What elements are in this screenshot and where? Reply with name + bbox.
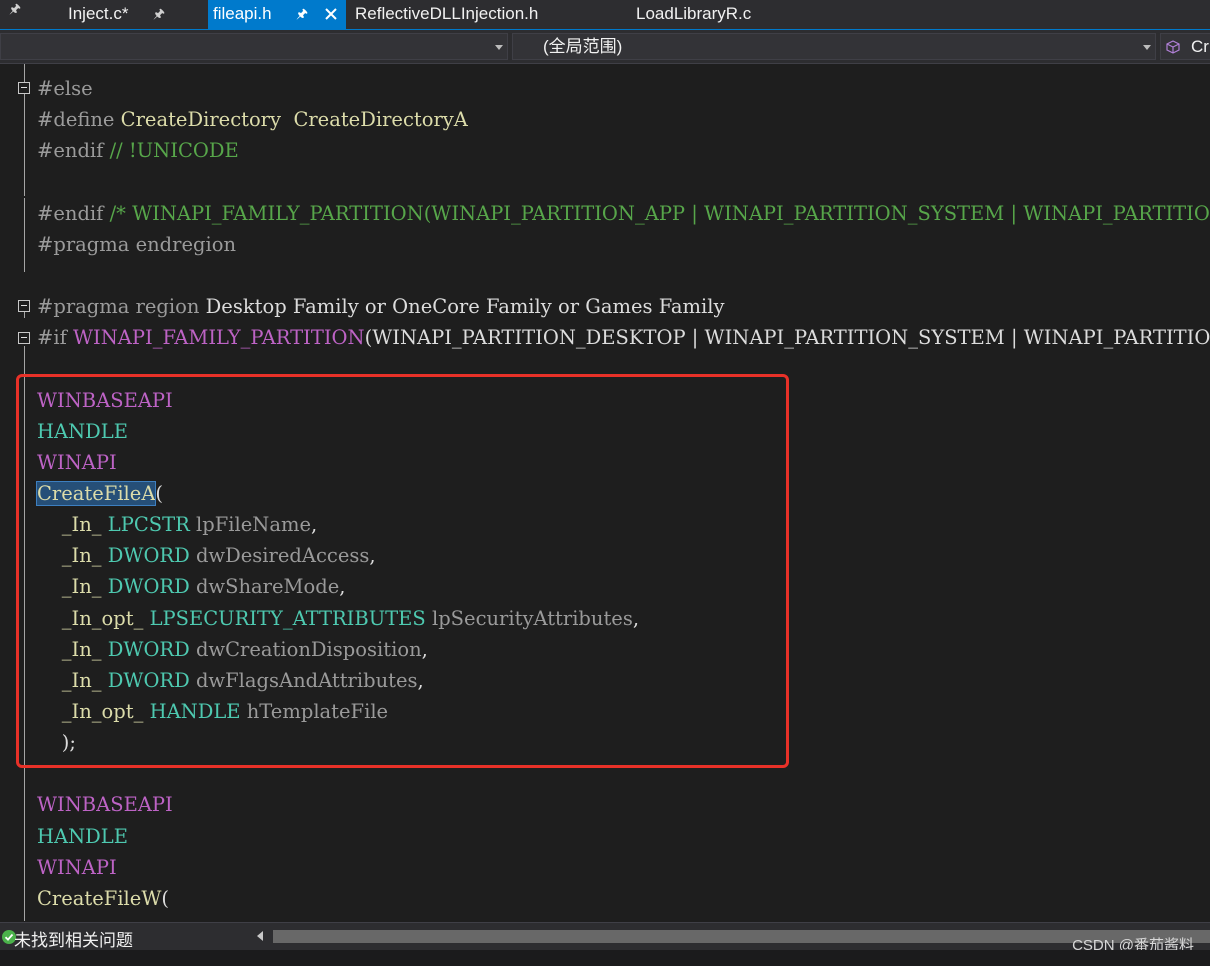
code-token: WINAPI	[37, 855, 117, 879]
code-token: CreateFileW	[37, 886, 162, 910]
horizontal-scrollbar-thumb[interactable]	[273, 930, 1210, 943]
tab-reflectivedllinjection-h[interactable]: ReflectiveDLLInjection.h	[346, 0, 626, 29]
code-line: #else	[37, 73, 93, 104]
tab-label: LoadLibraryR.c	[636, 4, 752, 23]
tab-label: fileapi.h	[213, 4, 272, 23]
code-line: #pragma endregion	[37, 229, 236, 260]
code-token: #endif	[37, 201, 110, 225]
annotation-highlight-box	[16, 374, 789, 768]
scroll-left-icon[interactable]	[257, 931, 263, 941]
pin-icon[interactable]: 🖈	[296, 0, 308, 28]
tab-label: Inject.c*	[68, 4, 129, 23]
pin-icon[interactable]: 🖈	[9, 0, 21, 22]
tab-inject-c[interactable]: Inject.c* 🖈	[42, 0, 208, 29]
collapse-icon[interactable]	[18, 332, 30, 344]
chevron-down-icon	[495, 45, 503, 50]
pin-icon[interactable]: 🖈	[153, 0, 165, 28]
code-line: CreateFileW(	[37, 883, 169, 914]
code-line: HANDLE	[37, 821, 128, 852]
outline-guide	[24, 198, 25, 272]
member-combo-value: Cr	[1191, 37, 1209, 56]
bottom-strip	[0, 950, 1210, 966]
code-token: #endif	[37, 139, 110, 163]
collapse-icon[interactable]	[18, 300, 30, 312]
code-line: #endif /* WINAPI_FAMILY_PARTITION(WINAPI…	[37, 198, 1210, 229]
navigation-bar: (全局范围) Cr	[0, 30, 1210, 64]
code-line: WINAPI	[37, 852, 117, 883]
code-token: /* WINAPI_FAMILY_PARTITION(WINAPI_PARTIT…	[109, 201, 1210, 225]
code-token: #else	[37, 77, 93, 100]
scope-combo-value: (全局范围)	[543, 37, 623, 56]
cube-icon	[1166, 40, 1180, 54]
code-token: #if	[37, 326, 73, 350]
project-combo[interactable]	[0, 33, 508, 60]
member-combo[interactable]: Cr	[1160, 33, 1210, 60]
code-token: WINAPI_FAMILY_PARTITION	[73, 326, 365, 350]
scope-combo[interactable]: (全局范围)	[512, 33, 1156, 60]
close-icon[interactable]	[324, 7, 338, 21]
status-message: 未找到相关问题	[14, 931, 133, 950]
code-token: // !UNICODE	[109, 139, 239, 163]
code-token: #define	[37, 108, 121, 132]
tab-fileapi-h[interactable]: fileapi.h 🖈	[208, 0, 346, 29]
code-line: #if WINAPI_FAMILY_PARTITION(WINAPI_PARTI…	[37, 322, 1210, 353]
code-line: #define CreateDirectory CreateDirectoryA	[37, 104, 468, 135]
collapse-icon[interactable]	[18, 82, 30, 94]
code-token: (WINAPI_PARTITION_DESKTOP | WINAPI_PARTI…	[364, 326, 1210, 350]
status-bar: 未找到相关问题	[0, 922, 1210, 951]
code-token: (	[161, 886, 169, 910]
code-token: #pragma region	[37, 295, 206, 319]
tab-label: ReflectiveDLLInjection.h	[355, 4, 539, 23]
code-line: #endif // !UNICODE	[37, 135, 239, 166]
code-token: CreateDirectory	[120, 108, 282, 132]
code-line: #pragma region Desktop Family or OneCore…	[37, 291, 725, 322]
document-tab-strip: 🖈 Inject.c* 🖈 fileapi.h 🖈 ReflectiveDLLI…	[0, 0, 1210, 30]
code-line: WINBASEAPI	[37, 789, 173, 820]
code-token: Desktop Family or OneCore Family or Game…	[205, 295, 725, 319]
tab-loadlibraryr-c[interactable]: LoadLibraryR.c	[626, 0, 796, 29]
code-token: CreateDirectoryA	[293, 108, 468, 132]
chevron-down-icon	[1143, 45, 1151, 50]
code-token: WINBASEAPI	[37, 793, 173, 817]
code-token: #pragma endregion	[37, 232, 237, 256]
code-editor[interactable]: #else #define CreateDirectory CreateDirec…	[0, 64, 1210, 921]
code-token: HANDLE	[37, 824, 128, 848]
